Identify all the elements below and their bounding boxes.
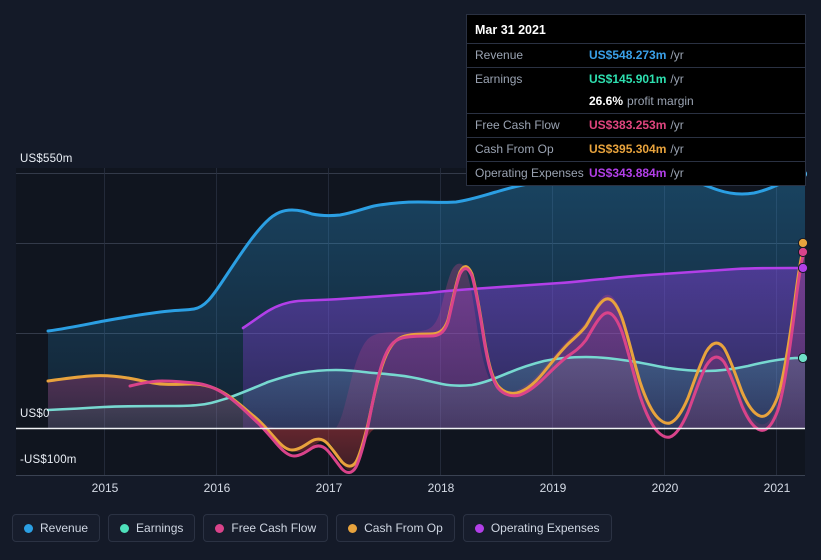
legend-label-operating-expenses: Operating Expenses <box>490 521 600 535</box>
x-label-2016: 2016 <box>203 481 231 495</box>
chart-tooltip: Mar 31 2021 Revenue US$548.273m /yr Earn… <box>466 14 806 186</box>
x-label-2018: 2018 <box>427 481 455 495</box>
x-label-2019: 2019 <box>539 481 567 495</box>
tooltip-label-profit-margin: profit margin <box>627 94 694 108</box>
tooltip-unit-earnings: /yr <box>670 72 684 86</box>
tooltip-value-free-cash-flow: US$383.253m <box>589 118 667 132</box>
tooltip-unit-revenue: /yr <box>670 48 684 62</box>
tooltip-value-operating-expenses: US$343.884m <box>589 166 667 180</box>
y-label-zero: US$0 <box>20 408 50 420</box>
tooltip-row-cash-from-op: Cash From Op US$395.304m /yr <box>467 137 805 161</box>
legend-dot-cash-from-op-icon <box>348 523 358 533</box>
tooltip-value-revenue: US$548.273m <box>589 48 667 62</box>
legend-label-revenue: Revenue <box>40 521 89 535</box>
legend-label-cash-from-op: Cash From Op <box>364 521 443 535</box>
tooltip-row-revenue: Revenue US$548.273m /yr <box>467 43 805 67</box>
legend-label-free-cash-flow: Free Cash Flow <box>231 521 317 535</box>
tooltip-value-cash-from-op: US$395.304m <box>589 142 667 156</box>
tooltip-value-profit-margin: 26.6% <box>589 94 624 108</box>
legend-item-revenue[interactable]: Revenue <box>12 514 101 542</box>
legend-dot-earnings-icon <box>120 523 130 533</box>
y-label-bottom: -US$100m <box>20 454 77 466</box>
legend-dot-free-cash-flow-icon <box>215 523 225 533</box>
legend-item-free-cash-flow[interactable]: Free Cash Flow <box>203 514 329 542</box>
tooltip-value-earnings: US$145.901m <box>589 72 667 86</box>
legend-dot-revenue-icon <box>24 523 33 533</box>
tooltip-label-operating-expenses: Operating Expenses <box>475 166 584 180</box>
x-label-2021: 2021 <box>763 481 791 495</box>
legend-label-earnings: Earnings <box>136 521 184 535</box>
x-label-2017: 2017 <box>315 481 343 495</box>
legend-item-operating-expenses[interactable]: Operating Expenses <box>462 514 612 542</box>
tooltip-label-free-cash-flow: Free Cash Flow <box>475 118 560 132</box>
y-label-top: US$550m <box>20 153 73 165</box>
tooltip-unit-free-cash-flow: /yr <box>670 118 684 132</box>
legend-item-cash-from-op[interactable]: Cash From Op <box>336 514 455 542</box>
x-label-2015: 2015 <box>91 481 119 495</box>
tooltip-label-cash-from-op: Cash From Op <box>475 142 554 156</box>
tooltip-date: Mar 31 2021 <box>475 23 546 37</box>
tooltip-unit-cash-from-op: /yr <box>670 142 684 156</box>
tooltip-row-operating-expenses: Operating Expenses US$343.884m /yr <box>467 161 805 185</box>
tooltip-label-revenue: Revenue <box>475 48 524 62</box>
x-label-2020: 2020 <box>651 481 679 495</box>
legend-item-earnings[interactable]: Earnings <box>108 514 196 542</box>
chart-legend: Revenue Earnings Free Cash Flow Cash Fro… <box>12 514 612 542</box>
tooltip-label-earnings: Earnings <box>475 72 523 86</box>
tooltip-unit-operating-expenses: /yr <box>670 166 684 180</box>
tooltip-row-profit-margin: 26.6% profit margin <box>467 91 805 113</box>
financial-chart: US$550m US$0 -US$100m 2015 2016 2017 201… <box>0 0 821 560</box>
legend-dot-operating-expenses-icon <box>474 523 484 533</box>
tooltip-row-earnings: Earnings US$145.901m /yr <box>467 67 805 91</box>
tooltip-row-free-cash-flow: Free Cash Flow US$383.253m /yr <box>467 113 805 137</box>
